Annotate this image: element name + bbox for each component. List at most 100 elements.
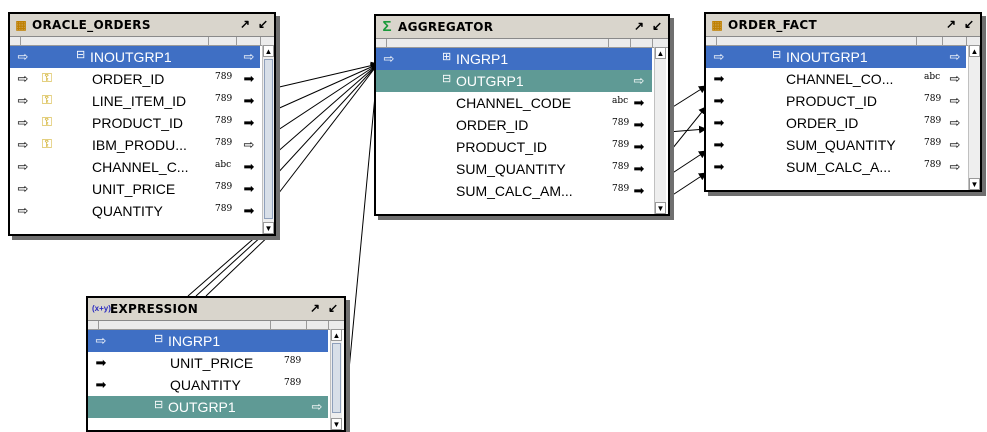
collapse-icon[interactable]: ⊟ (154, 332, 163, 345)
port-row[interactable]: ⇨ CHANNEL_C... abc ➡ (10, 156, 260, 178)
group-label: INOUTGRP1 (786, 49, 868, 65)
input-port-icon: ➡ (713, 159, 725, 174)
input-port-icon: ⇨ (17, 49, 29, 64)
scroll-down-icon[interactable]: ▼ (331, 418, 342, 430)
scroll-up-icon[interactable]: ▲ (263, 45, 274, 57)
oracle-orders-widget[interactable]: ▦ ORACLE_ORDERS ↗ ↙ ⇨ ⊟ INOUTGRP1 ⇨ ⇨ ⚿ … (8, 12, 276, 236)
port-row[interactable]: CHANNEL_CODE abc ➡ (376, 92, 652, 114)
output-port-icon: ⇨ (243, 137, 255, 152)
port-row[interactable]: ⇨ ⚿ PRODUCT_ID 789 ➡ (10, 112, 260, 134)
output-port-icon: ➡ (633, 117, 645, 132)
datatype-icon: abc (215, 160, 232, 170)
port-row[interactable]: ⇨ ⚿ LINE_ITEM_ID 789 ➡ (10, 90, 260, 112)
datatype-icon: 789 (924, 94, 942, 104)
port-row[interactable]: ➡ SUM_CALC_A... 789 ⇨ (706, 156, 966, 178)
port-row[interactable]: ⇨ QUANTITY 789 ➡ (10, 200, 260, 222)
vertical-scrollbar[interactable]: ▲ ▼ (330, 329, 342, 430)
order-fact-titlebar[interactable]: ▦ ORDER_FACT ↗ ↙ (706, 14, 980, 37)
group-row[interactable]: ⇨ ⊟ INOUTGRP1 ⇨ (706, 46, 966, 68)
port-row[interactable]: ➡ UNIT_PRICE 789 (88, 352, 328, 374)
datatype-icon: 789 (215, 204, 233, 214)
arrange-icon[interactable]: ↗ (632, 19, 646, 33)
scroll-down-icon[interactable]: ▼ (969, 178, 980, 190)
port-row[interactable]: SUM_QUANTITY 789 ➡ (376, 158, 652, 180)
input-port-icon: ➡ (95, 377, 107, 392)
group-label: INGRP1 (168, 333, 221, 349)
datatype-icon: 789 (612, 140, 630, 150)
widget-title: EXPRESSION (110, 302, 199, 316)
aggregator-titlebar[interactable]: Σ AGGREGATOR ↗ ↙ (376, 16, 668, 39)
expression-widget[interactable]: (x+y) EXPRESSION ↗ ↙ ⇨ ⊟ INGRP1 ➡ UNIT_P… (86, 296, 346, 432)
expand-icon[interactable]: ⊞ (442, 50, 451, 63)
scroll-down-icon[interactable]: ▼ (655, 202, 666, 214)
output-port-icon: ⇨ (243, 49, 255, 64)
port-name: ORDER_ID (92, 71, 165, 87)
order-fact-widget[interactable]: ▦ ORDER_FACT ↗ ↙ ⇨ ⊟ INOUTGRP1 ⇨ ➡ CHANN… (704, 12, 982, 192)
collapse-icon[interactable]: ⊟ (76, 48, 85, 61)
scroll-down-icon[interactable]: ▼ (263, 222, 274, 234)
output-port-icon: ⇨ (949, 115, 961, 130)
collapse-icon[interactable]: ⊟ (772, 48, 781, 61)
port-name: QUANTITY (92, 203, 163, 219)
scroll-up-icon[interactable]: ▲ (969, 45, 980, 57)
link-line (667, 125, 707, 134)
arrange-icon[interactable]: ↗ (308, 301, 322, 315)
output-port-icon: ➡ (633, 161, 645, 176)
port-row[interactable]: ➡ ORDER_ID 789 ⇨ (706, 112, 966, 134)
datatype-icon: 789 (924, 116, 942, 126)
group-row[interactable]: ⇨ ⊟ INGRP1 (88, 330, 328, 352)
port-name: CHANNEL_CODE (456, 95, 572, 111)
column-header (376, 39, 668, 48)
port-row[interactable]: ⇨ UNIT_PRICE 789 ➡ (10, 178, 260, 200)
datatype-icon: 789 (284, 378, 302, 388)
vertical-scrollbar[interactable]: ▲ ▼ (262, 45, 274, 234)
expression-titlebar[interactable]: (x+y) EXPRESSION ↗ ↙ (88, 298, 344, 321)
datatype-icon: 789 (215, 72, 233, 82)
group-row[interactable]: ⊟ OUTGRP1 ⇨ (88, 396, 328, 418)
collapse-icon[interactable]: ⊟ (154, 398, 163, 411)
group-row[interactable]: ⇨ ⊟ INOUTGRP1 ⇨ (10, 46, 260, 68)
port-row[interactable]: ➡ PRODUCT_ID 789 ⇨ (706, 90, 966, 112)
column-header (10, 37, 274, 46)
datatype-icon: 789 (215, 182, 233, 192)
minimize-icon[interactable]: ↙ (650, 19, 664, 33)
input-port-icon: ➡ (713, 71, 725, 86)
port-row[interactable]: ➡ SUM_QUANTITY 789 ⇨ (706, 134, 966, 156)
port-row[interactable]: SUM_CALC_AM... 789 ➡ (376, 180, 652, 202)
datatype-icon: abc (612, 96, 629, 106)
vertical-scrollbar[interactable]: ▲ ▼ (654, 47, 666, 214)
output-port-icon: ➡ (243, 71, 255, 86)
output-port-icon: ➡ (243, 115, 255, 130)
group-row[interactable]: ⇨ ⊞ INGRP1 (376, 48, 652, 70)
aggregator-widget[interactable]: Σ AGGREGATOR ↗ ↙ ⇨ ⊞ INGRP1 ⊟ OUTGRP1 ⇨ … (374, 14, 670, 216)
datatype-icon: 789 (612, 162, 630, 172)
port-row[interactable]: ORDER_ID 789 ➡ (376, 114, 652, 136)
scroll-thumb[interactable] (264, 59, 273, 219)
minimize-icon[interactable]: ↙ (256, 17, 270, 31)
output-port-icon: ⇨ (949, 71, 961, 86)
port-row[interactable]: ➡ QUANTITY 789 (88, 374, 328, 396)
key-icon: ⚿ (42, 92, 52, 107)
group-label: INOUTGRP1 (90, 49, 172, 65)
port-row[interactable]: ⇨ ⚿ ORDER_ID 789 ➡ (10, 68, 260, 90)
oracle-orders-titlebar[interactable]: ▦ ORACLE_ORDERS ↗ ↙ (10, 14, 274, 37)
minimize-icon[interactable]: ↙ (962, 17, 976, 31)
scroll-up-icon[interactable]: ▲ (655, 47, 666, 59)
port-name: PRODUCT_ID (786, 93, 878, 109)
port-row[interactable]: ➡ CHANNEL_CO... abc ⇨ (706, 68, 966, 90)
group-row[interactable]: ⊟ OUTGRP1 ⇨ (376, 70, 652, 92)
scroll-thumb[interactable] (332, 343, 341, 413)
group-label: OUTGRP1 (456, 73, 524, 89)
input-port-icon: ➡ (713, 115, 725, 130)
column-header (706, 37, 980, 46)
output-port-icon: ⇨ (949, 49, 961, 64)
port-name: QUANTITY (170, 377, 241, 393)
port-row[interactable]: ⇨ ⚿ IBM_PRODU... 789 ⇨ (10, 134, 260, 156)
arrange-icon[interactable]: ↗ (944, 17, 958, 31)
port-row[interactable]: PRODUCT_ID 789 ➡ (376, 136, 652, 158)
arrange-icon[interactable]: ↗ (238, 17, 252, 31)
minimize-icon[interactable]: ↙ (326, 301, 340, 315)
scroll-up-icon[interactable]: ▲ (331, 329, 342, 341)
vertical-scrollbar[interactable]: ▲ ▼ (968, 45, 980, 190)
collapse-icon[interactable]: ⊟ (442, 72, 451, 85)
